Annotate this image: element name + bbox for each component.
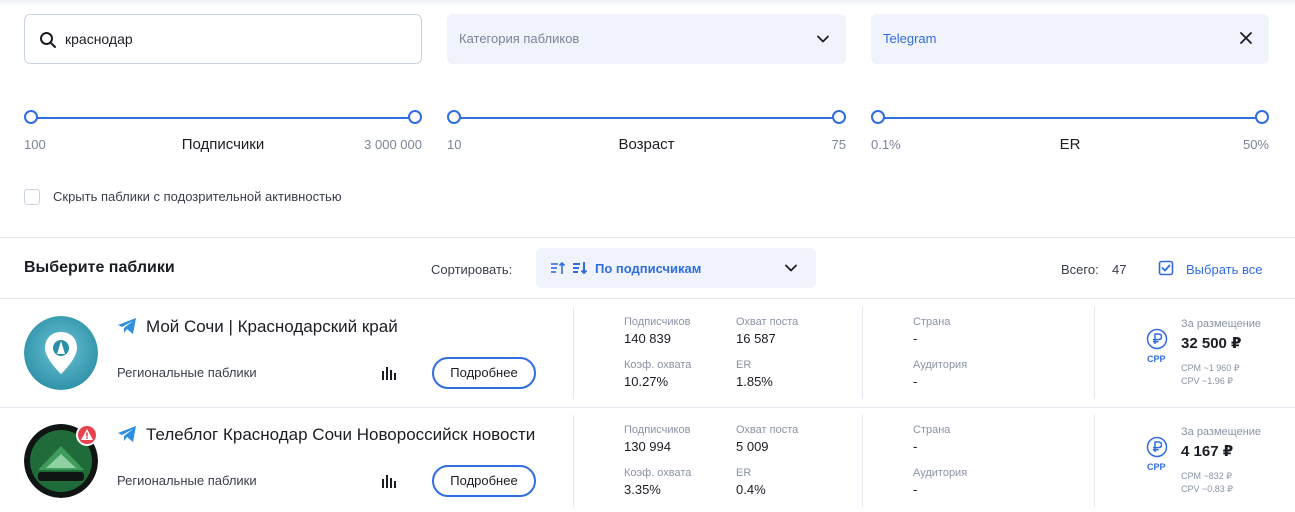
- warning-icon: [76, 424, 98, 446]
- slider-handle-max[interactable]: [1255, 110, 1269, 124]
- audience-label: Аудитория: [913, 359, 968, 371]
- details-button[interactable]: Подробнее: [432, 357, 536, 389]
- slider-handle-min[interactable]: [447, 110, 461, 124]
- audience-value: -: [913, 482, 918, 497]
- slider-max-value: 75: [831, 137, 846, 152]
- public-category: Региональные паблики: [117, 473, 257, 488]
- page-title: Выберите паблики: [24, 259, 175, 276]
- divider: [1094, 307, 1095, 399]
- audience-value: -: [913, 374, 918, 389]
- reach-label: Охват поста: [736, 316, 799, 328]
- er-label: ER: [736, 467, 752, 479]
- reach-value: 5 009: [736, 439, 769, 454]
- subscribers-slider[interactable]: 100 Подписчики 3 000 000: [24, 110, 422, 160]
- total-label: Всего:: [1061, 262, 1099, 277]
- price-label: За размещение: [1181, 318, 1262, 330]
- search-icon: [40, 32, 56, 48]
- public-name[interactable]: Мой Сочи | Краснодарский край: [146, 317, 536, 337]
- divider: [1094, 415, 1095, 507]
- public-name[interactable]: Телеблог Краснодар Сочи Новороссийск нов…: [146, 425, 536, 445]
- slider-handle-max[interactable]: [408, 110, 422, 124]
- ruble-icon: [1146, 328, 1168, 350]
- sort-value: По подписчикам: [595, 261, 702, 276]
- sort-ascending-icon: [551, 261, 566, 274]
- select-all-button[interactable]: Выбрать все: [1186, 262, 1262, 277]
- details-button[interactable]: Подробнее: [432, 465, 536, 497]
- price-value: 4 167 ₽: [1181, 443, 1234, 460]
- country-label: Страна: [913, 316, 951, 328]
- slider-handle-max[interactable]: [832, 110, 846, 124]
- list-item[interactable]: Мой Сочи | Краснодарский край Региональн…: [0, 299, 1295, 407]
- chevron-down-icon: [785, 264, 797, 272]
- reach-coef-label: Коэф. охвата: [624, 359, 692, 371]
- cpv-value: CPV ~1.96 ₽: [1181, 376, 1234, 386]
- platform-select[interactable]: Telegram: [871, 14, 1269, 64]
- slider-label: Возраст: [618, 136, 675, 153]
- slider-label: ER: [1059, 136, 1081, 153]
- reach-label: Охват поста: [736, 424, 799, 436]
- er-value: 0.4%: [736, 482, 766, 497]
- sort-select[interactable]: По подписчикам: [536, 248, 816, 288]
- telegram-icon: [118, 426, 136, 442]
- divider: [862, 307, 863, 399]
- divider: [862, 415, 863, 507]
- hide-suspicious-label[interactable]: Скрыть паблики с подозрительной активнос…: [53, 189, 342, 204]
- search-value: краснодар: [65, 31, 133, 47]
- cpp-label: CPP: [1147, 354, 1166, 364]
- price-value: 32 500 ₽: [1181, 335, 1242, 352]
- cpp-label: CPP: [1147, 462, 1166, 472]
- er-label: ER: [736, 359, 752, 371]
- sort-label: Сортировать:: [431, 262, 513, 277]
- slider-max-value: 50%: [1242, 137, 1269, 152]
- divider: [573, 415, 574, 507]
- ruble-icon: [1146, 436, 1168, 458]
- divider: [573, 307, 574, 399]
- category-placeholder: Категория пабликов: [459, 31, 580, 46]
- close-icon[interactable]: [1239, 31, 1253, 45]
- subscribers-label: Подписчиков: [624, 316, 691, 328]
- public-category: Региональные паблики: [117, 365, 257, 380]
- country-value: -: [913, 331, 918, 346]
- hide-suspicious-checkbox[interactable]: [24, 189, 40, 205]
- er-slider[interactable]: 0.1% ER 50%: [871, 110, 1269, 160]
- bar-chart-icon[interactable]: [381, 365, 397, 380]
- reach-coef-value: 3.35%: [624, 482, 661, 497]
- price-label: За размещение: [1181, 426, 1262, 438]
- slider-track: [878, 117, 1262, 119]
- divider: [0, 237, 1295, 238]
- list-item[interactable]: Телеблог Краснодар Сочи Новороссийск нов…: [0, 407, 1295, 512]
- age-slider[interactable]: 10 Возраст 75: [447, 110, 846, 160]
- subscribers-value: 130 994: [624, 439, 671, 454]
- avatar: [24, 316, 98, 390]
- category-select[interactable]: Категория пабликов: [447, 14, 846, 64]
- cpm-value: CPM ~1 960 ₽: [1181, 363, 1240, 373]
- checkbox-checked-icon[interactable]: [1158, 260, 1174, 276]
- platform-value: Telegram: [883, 31, 937, 46]
- er-value: 1.85%: [736, 374, 773, 389]
- cpm-value: CPM ~832 ₽: [1181, 471, 1232, 481]
- slider-max-value: 3 000 000: [364, 137, 422, 152]
- reach-value: 16 587: [736, 331, 776, 346]
- search-input[interactable]: краснодар: [24, 14, 422, 64]
- top-shadow: [0, 0, 1295, 6]
- chevron-down-icon: [817, 35, 829, 43]
- subscribers-label: Подписчиков: [624, 424, 691, 436]
- bar-chart-icon[interactable]: [381, 473, 397, 488]
- subscribers-value: 140 839: [624, 331, 671, 346]
- slider-handle-min[interactable]: [24, 110, 38, 124]
- reach-coef-label: Коэф. охвата: [624, 467, 692, 479]
- slider-label: Подписчики: [181, 136, 265, 153]
- slider-handle-min[interactable]: [871, 110, 885, 124]
- audience-label: Аудитория: [913, 467, 968, 479]
- sort-descending-icon: [573, 262, 588, 275]
- telegram-icon: [118, 318, 136, 334]
- country-label: Страна: [913, 424, 951, 436]
- slider-track: [454, 117, 839, 119]
- reach-coef-value: 10.27%: [624, 374, 669, 389]
- slider-track: [31, 117, 415, 119]
- total-count: 47: [1112, 262, 1127, 277]
- cpv-value: CPV ~0.83 ₽: [1181, 484, 1234, 494]
- country-value: -: [913, 439, 918, 454]
